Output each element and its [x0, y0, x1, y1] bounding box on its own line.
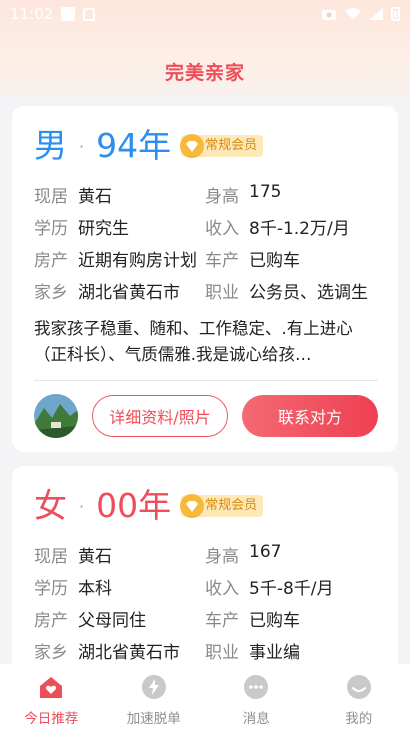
member-badge-label: 常规会员	[205, 498, 258, 513]
home-heart-icon	[40, 677, 63, 698]
field-label: 职业	[205, 642, 239, 663]
field-value: 已购车	[249, 250, 300, 271]
field-label: 身高	[205, 186, 239, 207]
field-label: 现居	[34, 186, 68, 207]
profile-info-grid: 现居 黄石 身高 175 学历 研究生 收入 8千-1.2万/月 房产 近期有购房计划 车…	[34, 178, 378, 306]
profile-card[interactable]: 男 · 94年 常规会员 现居 黄石 身高 175 学历 研究生 收入 8千-1.2万/…	[12, 106, 398, 452]
lightning-icon	[141, 675, 166, 699]
member-badge: 常规会员	[180, 494, 264, 518]
field-label: 学历	[34, 218, 68, 239]
tab-label: 消息	[242, 711, 270, 727]
member-badge-label: 常规会员	[205, 138, 258, 153]
field-label: 家乡	[34, 282, 68, 303]
profile-face-icon	[346, 675, 371, 699]
profile-birth-year: 00年	[96, 486, 172, 525]
field-value: 8千-1.2万/月	[249, 218, 350, 239]
wifi-icon	[345, 8, 361, 20]
status-time: 11:02	[10, 5, 54, 23]
camera-notification-icon	[322, 10, 336, 20]
tab-messages[interactable]: 消息	[205, 664, 308, 730]
field-value: 公务员、选调生	[249, 282, 368, 303]
tab-today-recommend[interactable]: 今日推荐	[0, 664, 103, 730]
field-value: 湖北省黄石市	[78, 282, 180, 303]
field-value: 167	[249, 541, 282, 562]
tab-label: 加速脱单	[126, 711, 181, 727]
field-value: 湖北省黄石市	[78, 642, 180, 663]
field-value: 5千-8千/月	[249, 578, 334, 599]
field-label: 收入	[205, 218, 239, 239]
tab-speed-match[interactable]: 加速脱单	[103, 664, 206, 730]
field-label: 学历	[34, 578, 68, 599]
separator-dot: ·	[79, 496, 85, 516]
diamond-heart-icon	[180, 494, 205, 518]
battery-icon	[391, 7, 400, 21]
top-header: 11:02 完美亲家	[0, 0, 410, 96]
field-value: 175	[249, 181, 282, 202]
field-label: 现居	[34, 546, 68, 567]
signal-icon	[369, 8, 383, 20]
field-label: 收入	[205, 578, 239, 599]
page-title: 完美亲家	[164, 62, 245, 84]
profile-info-grid: 现居 黄石 身高 167 学历 本科 收入 5千-8千/月 房产 父母同住 车产 已购车 家…	[34, 538, 378, 666]
status-bar: 11:02	[0, 0, 410, 28]
field-value: 近期有购房计划	[78, 250, 197, 271]
profile-gender: 女	[34, 486, 67, 525]
profile-gender: 男	[34, 126, 67, 165]
profile-intro: 我家孩子稳重、随和、工作稳定、.有上进心（正科长）、气质儒雅.我是诚心给孩…	[34, 319, 353, 364]
member-badge: 常规会员	[180, 134, 264, 158]
field-value: 父母同住	[78, 610, 146, 631]
landscape-avatar-image	[34, 394, 78, 438]
field-label: 房产	[34, 250, 68, 271]
tab-label: 我的	[345, 711, 373, 727]
separator-dot: ·	[79, 136, 85, 156]
profile-birth-year: 94年	[96, 126, 172, 165]
divider	[34, 380, 378, 381]
field-value: 研究生	[78, 218, 129, 239]
field-value: 黄石	[78, 186, 112, 207]
field-value: 本科	[78, 578, 112, 599]
field-label: 房产	[34, 610, 68, 631]
notification-icon	[61, 7, 76, 21]
avatar[interactable]	[34, 394, 78, 438]
field-label: 车产	[205, 610, 239, 631]
chat-icon	[244, 675, 269, 699]
field-label: 家乡	[34, 642, 68, 663]
diamond-heart-icon	[180, 134, 205, 158]
field-value: 已购车	[249, 610, 300, 631]
field-value: 黄石	[78, 546, 112, 567]
contact-button[interactable]: 联系对方	[242, 395, 378, 437]
bottom-tab-bar: 今日推荐 加速脱单 消息 我的	[0, 664, 410, 730]
field-label: 身高	[205, 546, 239, 567]
profile-card[interactable]: 女 · 00年 常规会员 现居 黄石 身高 167 学历 本科 收入 5千-8千/月 房…	[12, 466, 398, 686]
field-value: 事业编	[249, 642, 300, 663]
tab-mine[interactable]: 我的	[308, 664, 410, 730]
app-notification-icon	[83, 7, 96, 21]
tab-label: 今日推荐	[24, 711, 79, 727]
field-label: 车产	[205, 250, 239, 271]
field-label: 职业	[205, 282, 239, 303]
detail-photos-button[interactable]: 详细资料/照片	[92, 395, 228, 437]
